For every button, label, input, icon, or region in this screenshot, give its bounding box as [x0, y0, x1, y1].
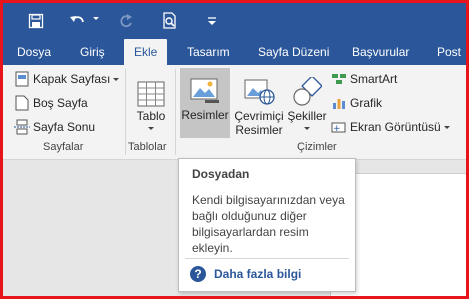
more-info-link[interactable]: ? Daha fazla bilgi — [190, 265, 301, 283]
online-picture-icon — [243, 69, 275, 107]
page-break-icon — [14, 119, 30, 135]
chart-icon — [331, 95, 347, 111]
tab-mailings[interactable]: Post — [437, 39, 461, 65]
online-pictures-button[interactable]: Çevrimiçi Resimler — [231, 69, 287, 139]
group-label-pages: Sayfalar — [43, 141, 84, 153]
tooltip-divider — [185, 258, 349, 259]
svg-text:+: + — [333, 124, 341, 134]
more-info-label: Daha fazla bilgi — [214, 267, 302, 281]
chevron-down-icon — [443, 125, 450, 129]
pictures-tooltip: Dosyadan Kendi bilgisayarınızdan veya ba… — [178, 158, 356, 292]
page-break-button[interactable]: Sayfa Sonu — [14, 117, 95, 137]
page-break-label: Sayfa Sonu — [33, 120, 96, 134]
save-icon[interactable] — [25, 9, 47, 33]
undo-dropdown-icon[interactable] — [93, 17, 99, 20]
chart-label: Grafik — [350, 96, 383, 110]
quick-access-toolbar — [3, 3, 466, 39]
group-label-tables: Tablolar — [128, 141, 167, 153]
screenshot-frame: Dosya Giriş Ekle Tasarım Sayfa Düzeni Ba… — [0, 0, 469, 299]
ribbon-tabs: Dosya Giriş Ekle Tasarım Sayfa Düzeni Ba… — [3, 39, 466, 65]
table-icon — [137, 69, 165, 107]
online-pictures-label-line2: Resimler — [235, 123, 283, 137]
online-pictures-label-line1: Çevrimiçi — [234, 109, 284, 123]
shapes-icon — [292, 69, 322, 107]
screenshot-label: Ekran Görüntüsü — [350, 120, 441, 134]
tab-layout[interactable]: Sayfa Düzeni — [258, 39, 329, 65]
group-separator — [175, 69, 176, 155]
table-button[interactable]: Tablo — [129, 69, 173, 139]
group-label-illustrations: Çizimler — [297, 141, 337, 153]
shapes-button[interactable]: Şekiller — [287, 69, 327, 139]
smartart-label: SmartArt — [350, 72, 398, 86]
pictures-label: Resimler — [181, 108, 229, 122]
cover-page-button[interactable]: Kapak Sayfası — [14, 69, 120, 89]
blank-page-icon — [14, 95, 30, 111]
undo-icon[interactable] — [67, 9, 89, 33]
ribbon: Kapak Sayfası Boş Sayfa Sayfa Sonu Sayfa… — [3, 65, 466, 160]
smartart-icon — [331, 71, 347, 87]
chart-button[interactable]: Grafik — [331, 93, 382, 113]
customize-toolbar-icon[interactable] — [201, 9, 223, 33]
tab-design[interactable]: Tasarım — [187, 39, 230, 65]
screenshot-icon: + — [331, 119, 347, 135]
chevron-down-icon — [113, 77, 120, 81]
tooltip-description: Kendi bilgisayarınızdan veya bağlı olduğ… — [192, 193, 345, 255]
smartart-button[interactable]: SmartArt — [331, 69, 397, 89]
redo-icon[interactable] — [115, 9, 137, 33]
cover-page-icon — [14, 71, 30, 87]
chevron-down-icon — [148, 127, 154, 130]
tooltip-title: Dosyadan — [192, 167, 250, 181]
shapes-label: Şekiller — [287, 109, 327, 123]
blank-page-button[interactable]: Boş Sayfa — [14, 93, 88, 113]
help-icon: ? — [190, 266, 206, 282]
cover-page-label: Kapak Sayfası — [33, 72, 111, 86]
picture-icon — [189, 68, 221, 106]
group-separator — [125, 69, 126, 155]
blank-page-label: Boş Sayfa — [33, 96, 88, 110]
screenshot-button[interactable]: + Ekran Görüntüsü — [331, 117, 450, 137]
print-preview-icon[interactable] — [159, 9, 181, 33]
chevron-down-icon — [304, 127, 310, 130]
pictures-button[interactable]: Resimler — [180, 68, 230, 138]
tab-insert[interactable]: Ekle — [124, 39, 168, 65]
table-label: Tablo — [136, 109, 166, 123]
tab-file[interactable]: Dosya — [17, 39, 51, 65]
tab-references[interactable]: Başvurular — [352, 39, 409, 65]
tab-home[interactable]: Giriş — [80, 39, 105, 65]
